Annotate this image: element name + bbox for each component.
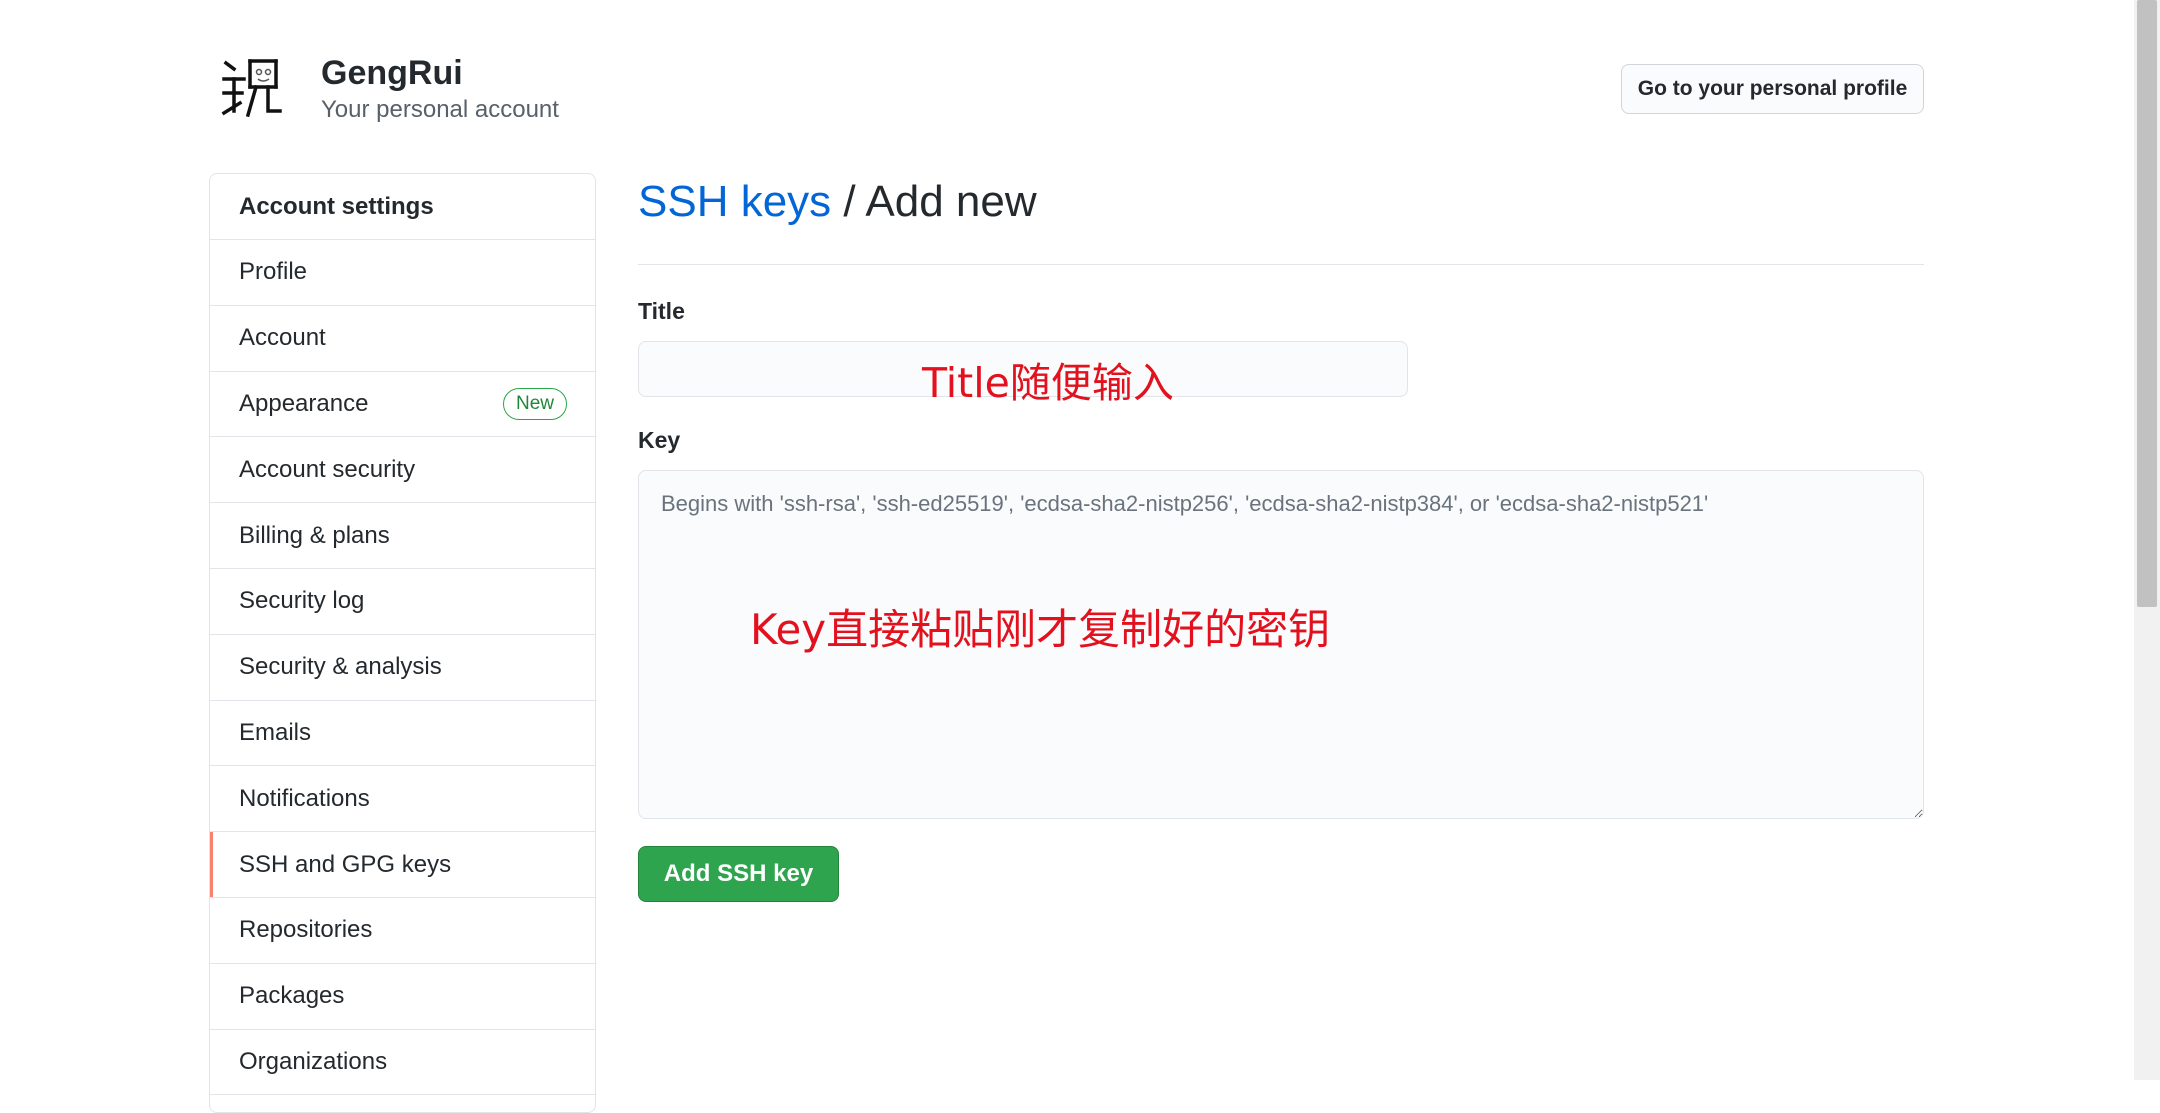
- sidebar-item-label: Packages: [239, 982, 345, 1010]
- title-input[interactable]: [638, 341, 1408, 397]
- sidebar-item-label: Security & analysis: [239, 653, 442, 681]
- add-ssh-key-button[interactable]: Add SSH key: [638, 846, 839, 902]
- breadcrumb-current: / Add new: [831, 177, 1037, 226]
- account-subtitle: Your personal account: [321, 96, 559, 123]
- sidebar-item-account-security[interactable]: Account security: [210, 437, 595, 504]
- sidebar-item-label: Appearance: [239, 389, 369, 417]
- scrollbar-thumb[interactable]: [2137, 0, 2157, 607]
- sidebar-item-label: Billing & plans: [239, 521, 390, 549]
- sidebar-item-organizations[interactable]: Organizations: [210, 1030, 595, 1096]
- sidebar-item-label: Account: [239, 324, 326, 352]
- breadcrumb-ssh-keys-link[interactable]: SSH keys: [638, 177, 831, 226]
- account-name: GengRui: [321, 54, 463, 92]
- sidebar-heading: Account settings: [210, 174, 595, 240]
- sidebar-item-emails[interactable]: Emails: [210, 701, 595, 767]
- sidebar-item-profile[interactable]: Profile: [210, 240, 595, 306]
- avatar[interactable]: [220, 57, 282, 119]
- new-badge: New: [502, 387, 567, 420]
- sidebar-item-label: Emails: [239, 718, 312, 746]
- sidebar-item-label: Notifications: [239, 784, 370, 812]
- sidebar-item-label: Account security: [239, 455, 416, 483]
- key-label: Key: [638, 427, 681, 453]
- title-divider: [638, 264, 1924, 265]
- sidebar-item-label: SSH and GPG keys: [239, 850, 452, 878]
- sidebar-item-label: Organizations: [239, 1047, 388, 1075]
- sidebar-item-label: Profile: [239, 258, 308, 286]
- sidebar-item-security-log[interactable]: Security log: [210, 569, 595, 635]
- sidebar-item-label: Repositories: [239, 916, 373, 944]
- sidebar-item-security-analysis[interactable]: Security & analysis: [210, 635, 595, 701]
- sidebar-item-notifications[interactable]: Notifications: [210, 766, 595, 833]
- go-to-profile-button[interactable]: Go to your personal profile: [1621, 64, 1924, 114]
- sidebar-item-label: Security log: [239, 587, 365, 615]
- sidebar-item-packages[interactable]: Packages: [210, 964, 595, 1030]
- sidebar-item-account[interactable]: Account: [210, 306, 595, 372]
- sidebar-item-ssh-gpg-keys[interactable]: SSH and GPG keys: [210, 832, 595, 898]
- sidebar-item-billing[interactable]: Billing & plans: [210, 503, 595, 569]
- page-title: SSH keys / Add new: [638, 177, 1037, 227]
- title-label: Title: [638, 298, 685, 324]
- key-textarea[interactable]: [638, 470, 1924, 819]
- settings-sidebar: Account settings Profile Account Appeara…: [209, 173, 596, 1113]
- sidebar-item-appearance[interactable]: Appearance New: [210, 372, 595, 438]
- sidebar-item-repositories[interactable]: Repositories: [210, 898, 595, 964]
